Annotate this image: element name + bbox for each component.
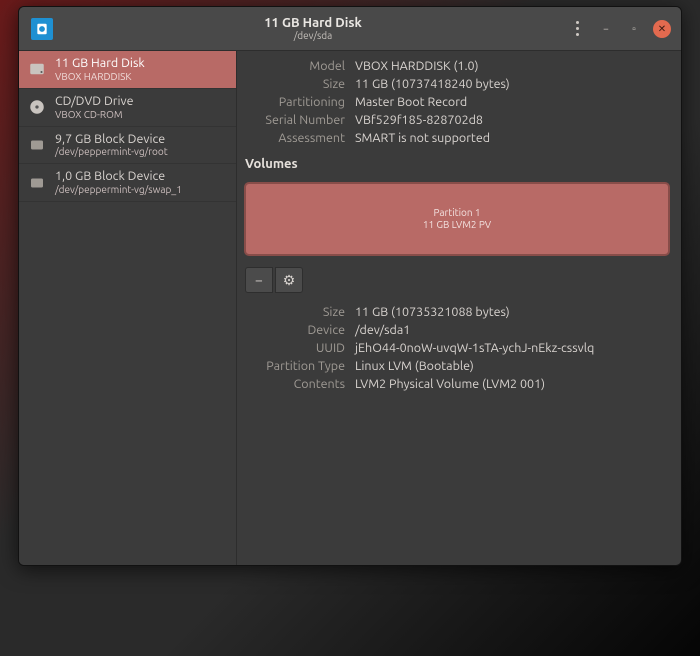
sidebar-item-sub: VBOX CD-ROM (55, 109, 134, 120)
sidebar-item-label: CD/DVD Drive (55, 95, 134, 109)
sidebar-item-hard-disk[interactable]: 11 GB Hard Disk VBOX HARDDISK (19, 51, 236, 89)
close-button[interactable]: ✕ (653, 20, 671, 38)
partition-options-button[interactable]: ⚙ (275, 267, 303, 293)
app-menu-icon[interactable] (567, 21, 587, 36)
hdd-icon (27, 59, 47, 79)
value-disk-size: 11 GB (10737418240 bytes) (355, 77, 669, 91)
cd-icon (27, 97, 47, 117)
sidebar-item-sub: /dev/peppermint-vg/root (55, 146, 168, 157)
volume-name: Partition 1 (423, 207, 491, 219)
partition-info: Size 11 GB (10735321088 bytes) Device /d… (245, 305, 669, 391)
value-assessment: SMART is not supported (355, 131, 669, 145)
sidebar-item-block-swap[interactable]: 1,0 GB Block Device /dev/peppermint-vg/s… (19, 164, 236, 202)
value-part-size: 11 GB (10735321088 bytes) (355, 305, 669, 319)
label-partitioning: Partitioning (245, 95, 345, 109)
block-device-icon (27, 173, 47, 193)
delete-partition-button[interactable]: − (245, 267, 273, 293)
label-part-device: Device (245, 323, 345, 337)
label-disk-size: Size (245, 77, 345, 91)
window-title: 11 GB Hard Disk (59, 16, 567, 30)
app-icon (31, 18, 53, 40)
sidebar-item-sub: VBOX HARDDISK (55, 71, 145, 82)
disks-window: 11 GB Hard Disk /dev/sda − ▫ ✕ 11 GB Har… (18, 6, 682, 566)
label-part-size: Size (245, 305, 345, 319)
window-buttons: − ▫ ✕ (567, 20, 675, 38)
gear-icon: ⚙ (283, 272, 296, 289)
value-part-type: Linux LVM (Bootable) (355, 359, 669, 373)
volume-map-partition-1[interactable]: Partition 1 11 GB LVM2 PV (245, 183, 669, 255)
value-part-device: /dev/sda1 (355, 323, 669, 337)
label-assessment: Assessment (245, 131, 345, 145)
sidebar-item-cd-drive[interactable]: CD/DVD Drive VBOX CD-ROM (19, 89, 236, 127)
window-subtitle: /dev/sda (59, 30, 567, 41)
block-device-icon (27, 135, 47, 155)
maximize-button[interactable]: ▫ (625, 20, 643, 38)
main-panel: Model VBOX HARDDISK (1.0) Size 11 GB (10… (237, 51, 681, 565)
label-part-type: Partition Type (245, 359, 345, 373)
sidebar-item-sub: /dev/peppermint-vg/swap_1 (55, 184, 182, 195)
sidebar-item-label: 9,7 GB Block Device (55, 133, 168, 147)
label-model: Model (245, 59, 345, 73)
value-model: VBOX HARDDISK (1.0) (355, 59, 669, 73)
value-part-uuid: jEhO44-0noW-uvqW-1sTA-ychJ-nEkz-cssvlq (355, 341, 669, 355)
volumes-section-title: Volumes (245, 157, 669, 171)
sidebar-item-label: 11 GB Hard Disk (55, 57, 145, 71)
sidebar-item-label: 1,0 GB Block Device (55, 170, 182, 184)
title-center: 11 GB Hard Disk /dev/sda (59, 16, 567, 41)
label-part-uuid: UUID (245, 341, 345, 355)
minus-icon: − (255, 272, 263, 288)
disk-info: Model VBOX HARDDISK (1.0) Size 11 GB (10… (245, 59, 669, 145)
value-serial: VBf529f185-828702d8 (355, 113, 669, 127)
label-serial: Serial Number (245, 113, 345, 127)
titlebar: 11 GB Hard Disk /dev/sda − ▫ ✕ (19, 7, 681, 51)
device-sidebar: 11 GB Hard Disk VBOX HARDDISK CD/DVD Dri… (19, 51, 237, 565)
minimize-button[interactable]: − (597, 20, 615, 38)
volume-toolbar: − ⚙ (245, 267, 669, 293)
disks-app-icon (35, 22, 49, 36)
sidebar-item-block-root[interactable]: 9,7 GB Block Device /dev/peppermint-vg/r… (19, 127, 236, 165)
volume-desc: 11 GB LVM2 PV (423, 219, 491, 231)
label-part-contents: Contents (245, 377, 345, 391)
value-part-contents: LVM2 Physical Volume (LVM2 001) (355, 377, 669, 391)
value-partitioning: Master Boot Record (355, 95, 669, 109)
